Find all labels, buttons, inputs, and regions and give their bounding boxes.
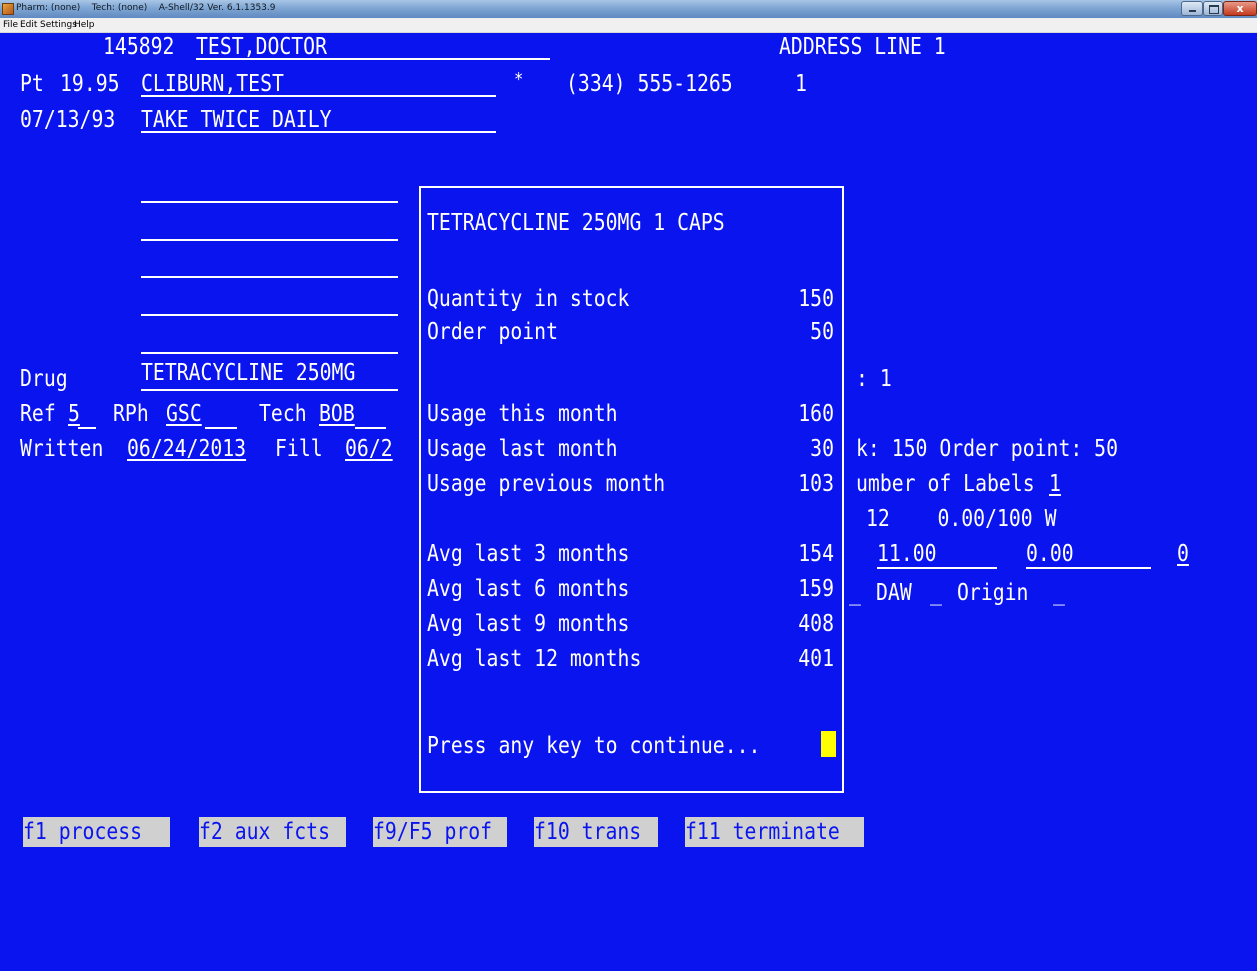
rph-label: RPh [113,401,149,427]
blank-field-2[interactable] [141,239,398,241]
title-bar: Pharm: (none) Tech: (none) A-Shell/32 Ve… [0,0,1257,18]
row-label: Quantity in stock [427,286,630,312]
labels-count[interactable]: 1 [1049,470,1061,498]
close-icon: x [1236,2,1244,15]
row-label: Usage previous month [427,471,666,497]
sig-text[interactable]: TAKE TWICE DAILY [141,106,332,134]
stock-summary: k: 150 Order point: 50 [856,436,1118,462]
rph-value[interactable]: GSC [166,400,202,428]
f10-trans-button[interactable]: f10 trans [534,817,658,847]
row-value: 154 [798,541,834,567]
row-value: 103 [798,471,834,497]
patient-name[interactable]: CLIBURN,TEST [141,70,284,98]
sig-date: 07/13/93 [20,107,116,133]
row-label: Avg last 3 months [427,541,630,567]
rph-underline-ext [205,427,237,429]
fill-label: Fill [275,436,323,462]
row-value: 159 [798,576,834,602]
doctor-name[interactable]: TEST,DOCTOR [196,33,327,61]
tech-value[interactable]: BOB [319,400,355,428]
dialog-title: TETRACYCLINE 250MG 1 CAPS [427,210,725,236]
ref-label: Ref [20,401,56,427]
row-value: 160 [798,401,834,427]
written-label: Written [20,436,104,462]
written-date[interactable]: 06/24/2013 [127,435,246,463]
daw-prefix[interactable]: _ [849,579,861,607]
drug-underline [141,389,398,391]
menu-help[interactable]: Help [74,19,95,31]
minimize-button[interactable] [1181,1,1203,16]
f2-aux-fcts-button[interactable]: f2 aux fcts [199,817,346,847]
f1-process-button[interactable]: f1 process [23,817,170,847]
row-value: 408 [798,611,834,637]
menu-bar: File Edit Settings Help [0,18,1257,33]
blank-field-4[interactable] [141,314,398,316]
minimize-icon [1189,10,1196,12]
row-label: Order point [427,319,559,345]
ref-value[interactable]: 5 [68,400,80,428]
blank-field-3[interactable] [141,276,398,278]
phone-suffix: 1 [795,71,807,97]
row-label: Usage this month [427,401,618,427]
drug-value[interactable]: TETRACYCLINE 250MG [141,359,355,387]
pt-label: Pt [20,71,44,97]
text-cursor [821,731,836,757]
f11-terminate-button[interactable]: f11 terminate [685,817,864,847]
address-line: ADDRESS LINE 1 [779,34,946,60]
origin-value[interactable]: _ [1053,579,1065,607]
doctor-name-underline [196,58,550,60]
right-line-4: 12 0.00/100 W [866,506,1057,532]
patient-name-underline [141,95,496,97]
row-label: Avg last 6 months [427,576,630,602]
ref-underline-ext [78,427,96,429]
daw-value[interactable]: _ [930,579,942,607]
maximize-button[interactable] [1203,1,1223,16]
tech-underline-ext [355,427,386,429]
price-1-underline [877,567,997,569]
price-2-underline [1026,567,1151,569]
maximize-icon [1209,5,1219,14]
origin-label: Origin [957,580,1029,606]
continue-prompt: Press any key to continue... [427,733,761,759]
star-marker: * [514,69,524,90]
blank-field-5[interactable] [141,352,398,354]
fill-date[interactable]: 06/2 [345,435,393,463]
row-label: Avg last 12 months [427,646,642,672]
menu-settings[interactable]: Settings [40,19,77,31]
pt-value: 19.95 [60,71,120,97]
price-1[interactable]: 11.00 [877,540,937,568]
drug-label: Drug [20,366,68,392]
menu-edit[interactable]: Edit [20,19,37,31]
daw-label: DAW [876,580,912,606]
tech-label: Tech [259,401,307,427]
row-value: 401 [798,646,834,672]
price-2[interactable]: 0.00 [1026,540,1074,568]
row-value: 150 [798,286,834,312]
window-title: Pharm: (none) Tech: (none) A-Shell/32 Ve… [16,3,276,13]
price-3[interactable]: 0 [1177,540,1189,568]
row-label: Usage last month [427,436,618,462]
doctor-id: 145892 [103,34,175,60]
sig-underline [141,131,496,133]
blank-field-1[interactable] [141,201,398,203]
right-line-1: : 1 [856,366,892,392]
labels-text: umber of Labels [856,471,1035,497]
row-label: Avg last 9 months [427,611,630,637]
phone-number: (334) 555-1265 [566,71,733,97]
app-icon [2,3,14,15]
row-value: 30 [810,436,834,462]
menu-file[interactable]: File [3,19,18,31]
row-value: 50 [810,319,834,345]
close-button[interactable]: x [1223,1,1257,16]
f9-prof-button[interactable]: f9/F5 prof [373,817,507,847]
